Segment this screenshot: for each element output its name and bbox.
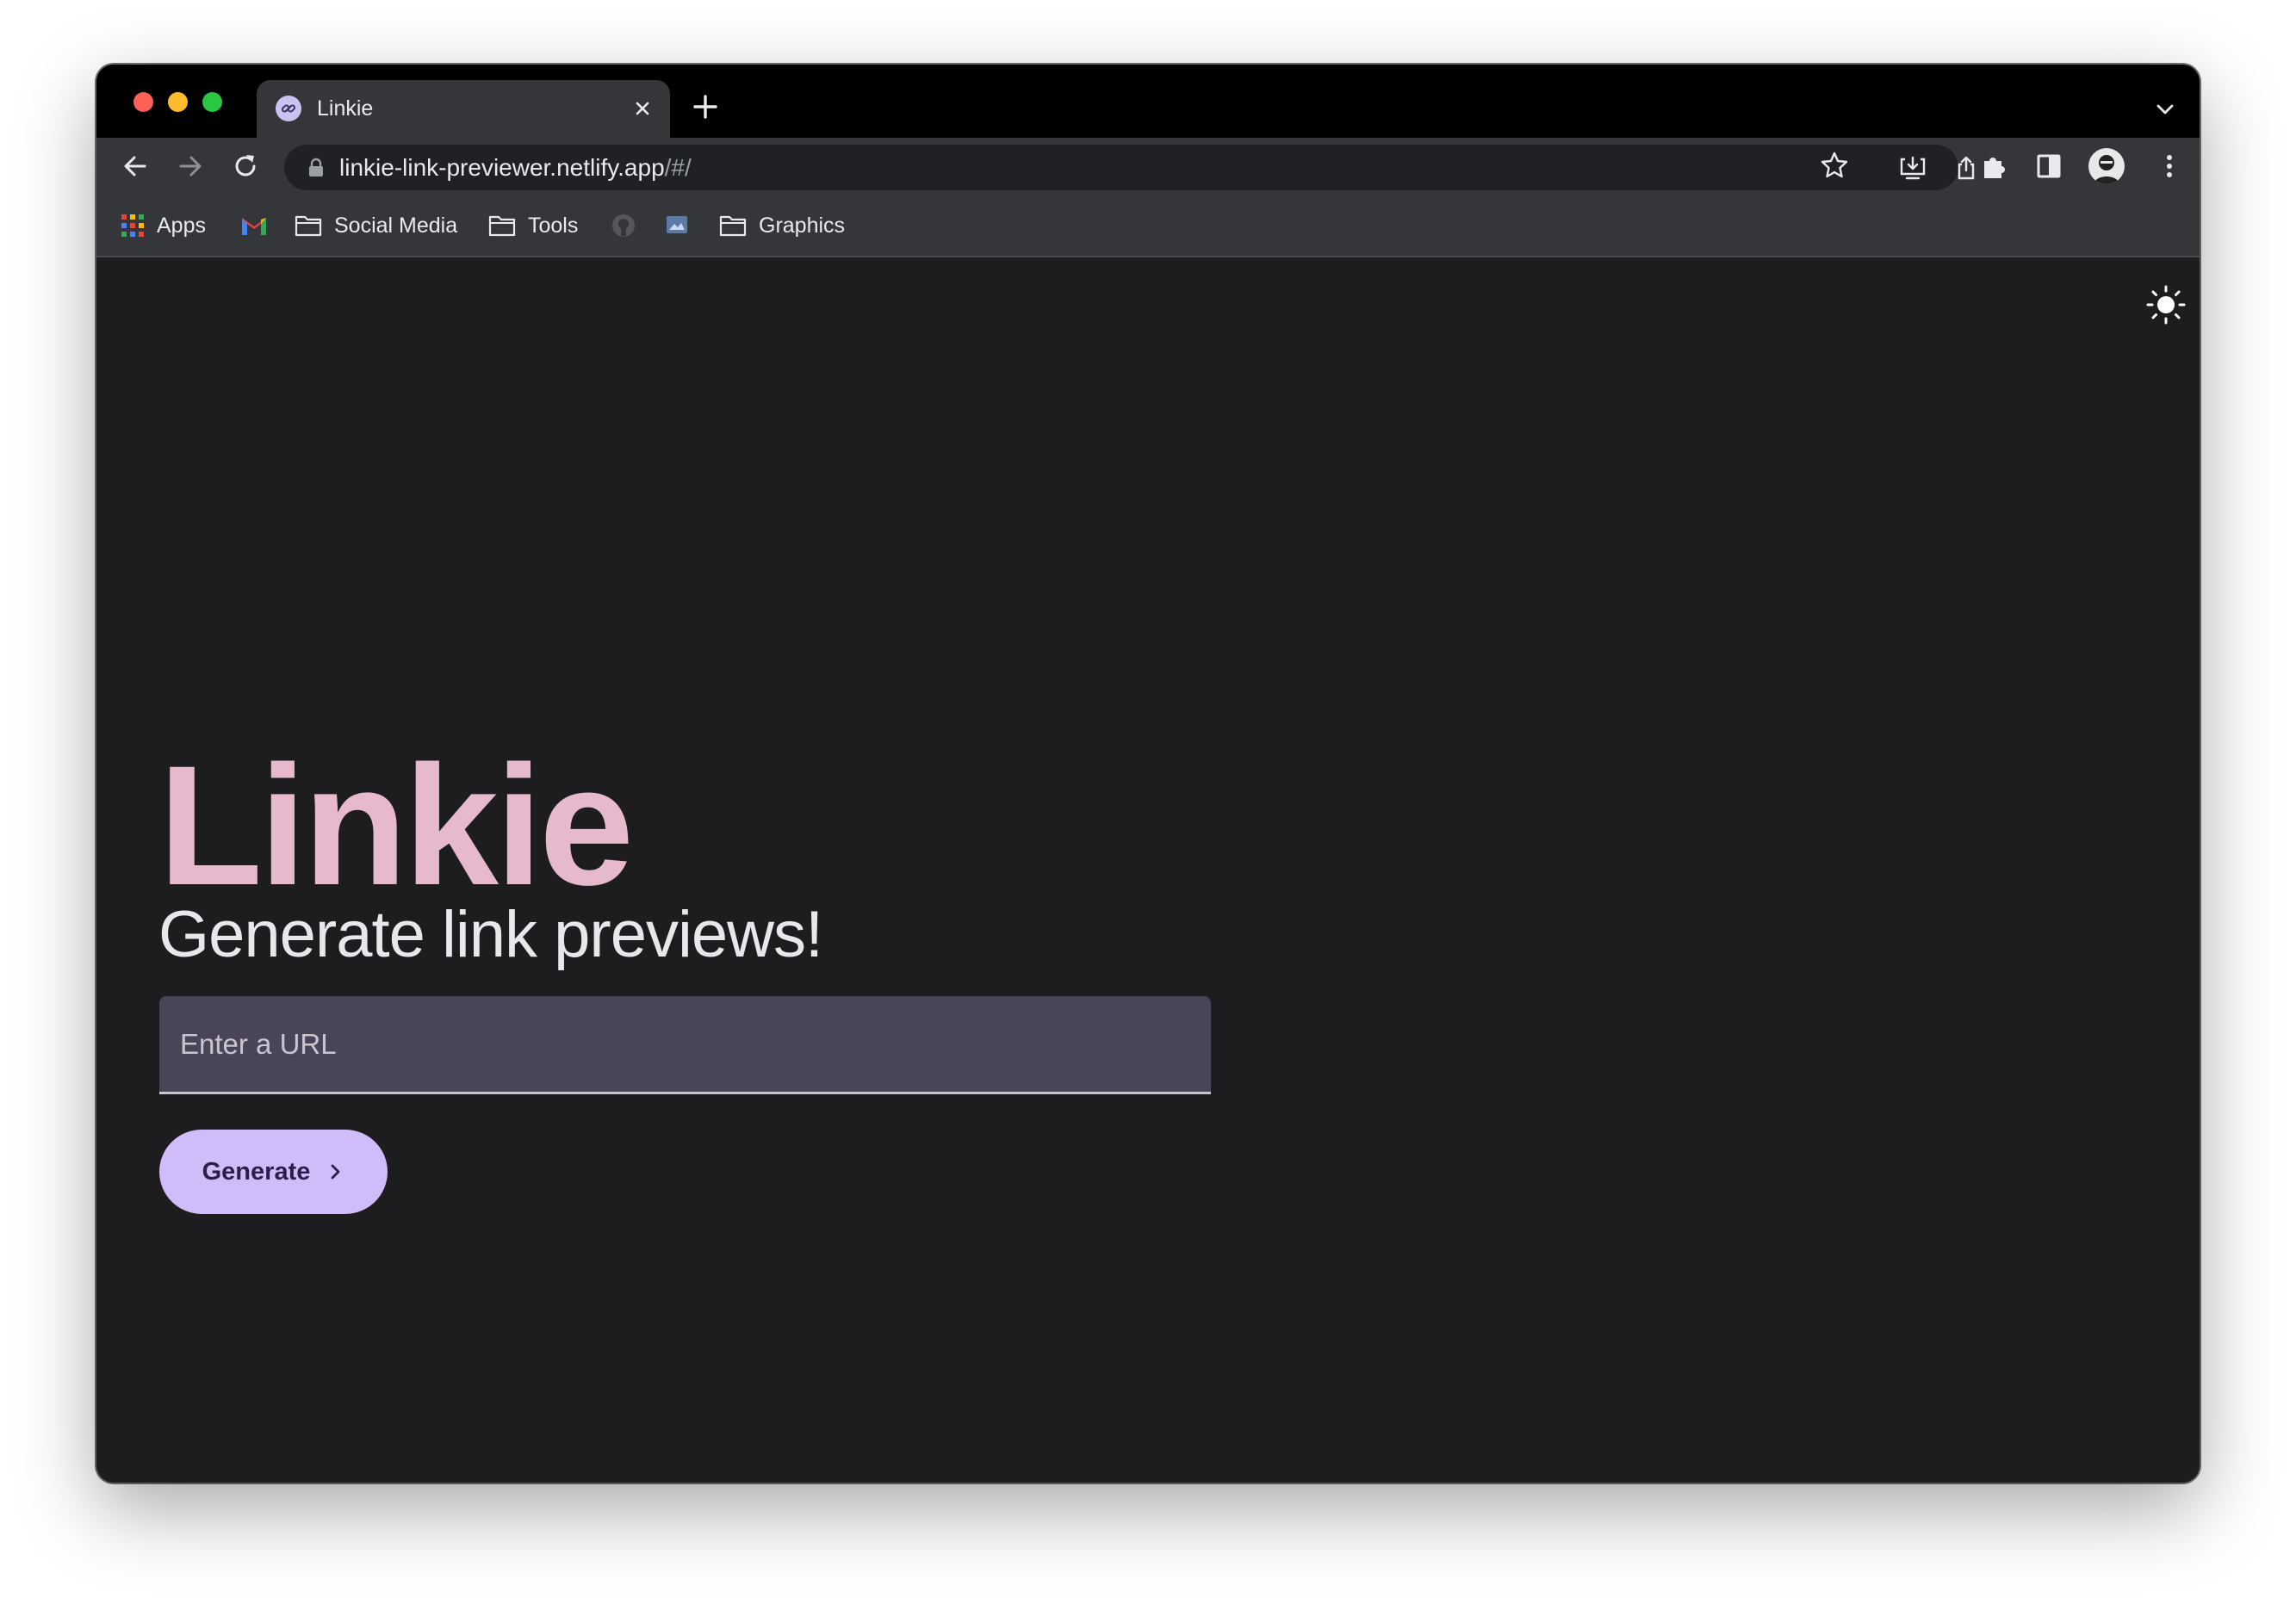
extensions-puzzle-icon[interactable] [1977,150,2010,183]
bookmark-gmail[interactable] [240,210,268,241]
gmail-icon [242,218,266,235]
bookmark-label: Graphics [759,213,846,238]
folder-icon [488,215,516,237]
lock-icon [307,158,326,178]
bookmarks-bar: Apps Social Media Tools Graphics [96,195,2200,257]
chevron-right-icon [331,1164,340,1180]
url-domain: linkie-link-previewer.netlify.app [339,154,665,181]
bookmark-social-media[interactable]: Social Media [295,210,457,241]
folder-icon [719,215,747,237]
address-bar[interactable]: linkie-link-previewer.netlify.app/#/ [284,145,1975,190]
page-content: Linkie Generate link previews! Generate [96,257,2200,1483]
forward-arrow-icon[interactable] [174,150,207,183]
profile-avatar[interactable] [2088,148,2125,184]
generate-button-label: Generate [202,1157,311,1186]
bookmark-image[interactable] [665,210,689,241]
browser-window: Linkie linkie-link-previewer.netlify.app… [96,65,2200,1483]
tab-strip: Linkie [96,65,2200,138]
page-subtitle: Generate link previews! [158,898,823,971]
bookmark-graphics[interactable]: Graphics [719,210,845,241]
github-icon [612,214,635,237]
tab-close-icon[interactable] [630,96,655,121]
back-arrow-icon[interactable] [119,150,152,183]
star-bookmark-icon[interactable] [1818,149,1851,182]
bookmark-label: Apps [157,213,206,238]
window-minimize-button[interactable] [168,92,188,112]
side-panel-icon[interactable] [2032,150,2065,183]
link-favicon-icon [276,96,301,121]
bookmark-label: Tools [528,213,579,238]
bookmark-apps[interactable]: Apps [121,210,206,241]
new-tab-icon[interactable] [692,94,718,120]
folder-icon [295,215,322,237]
window-maximize-button[interactable] [202,92,222,112]
chevron-down-icon[interactable] [2155,99,2175,120]
window-close-button[interactable] [133,92,153,112]
install-app-icon[interactable] [1898,155,1927,181]
tab-linkie[interactable]: Linkie [257,80,670,138]
url-path: /#/ [664,154,692,181]
browser-toolbar: linkie-link-previewer.netlify.app/#/ [96,138,2200,195]
bookmark-github[interactable] [611,210,636,241]
reload-icon[interactable] [229,150,262,183]
more-vertical-icon[interactable] [2153,150,2186,183]
url-text: linkie-link-previewer.netlify.app/#/ [339,154,692,182]
apps-grid-icon [121,214,144,237]
bookmark-tools[interactable]: Tools [488,210,578,241]
generate-button[interactable]: Generate [159,1130,388,1214]
url-input[interactable] [159,996,1211,1092]
tab-title: Linkie [317,96,374,121]
page-title: Linkie [158,730,634,920]
bookmark-label: Social Media [334,213,458,238]
url-input-container [159,996,1211,1094]
share-icon[interactable] [1953,155,1979,181]
sun-theme-toggle-icon[interactable] [2144,283,2187,326]
image-bookmark-icon [667,216,687,233]
